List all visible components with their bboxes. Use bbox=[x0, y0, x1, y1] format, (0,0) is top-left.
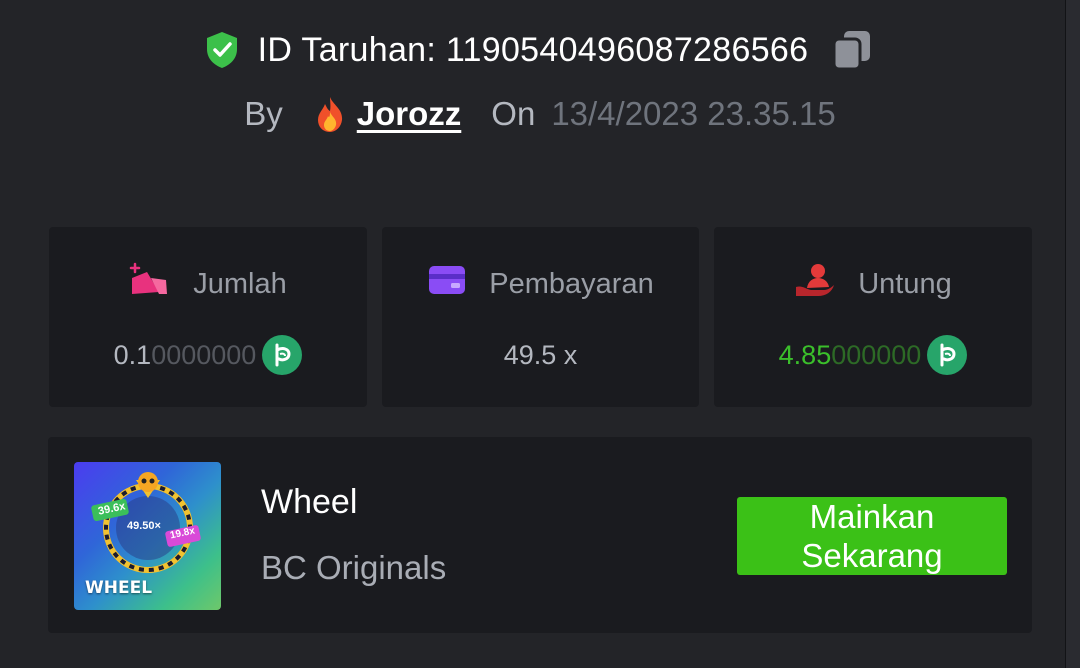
shield-check-icon bbox=[204, 30, 240, 70]
profit-card: Untung 4.85 000000 bbox=[714, 227, 1032, 407]
card-icon bbox=[427, 264, 467, 304]
bc-coin-icon bbox=[262, 335, 303, 375]
fire-icon bbox=[313, 95, 347, 133]
payout-value: 49.5 x bbox=[503, 339, 578, 370]
amount-label: Jumlah bbox=[193, 267, 287, 300]
profit-value: 4.85 000000 bbox=[714, 335, 1032, 375]
thumb-multiplier-center: 49.50× bbox=[127, 520, 161, 532]
amount-card: Jumlah 0.1 0000000 bbox=[49, 227, 367, 407]
game-card: 39.6x 49.50× 19.8x WHEEL Wheel BC Origin… bbox=[48, 437, 1032, 633]
thumb-title: WHEEL bbox=[85, 578, 153, 598]
bc-coin-icon bbox=[927, 335, 968, 375]
game-provider: BC Originals bbox=[261, 549, 447, 586]
profit-value-main: 4.85 bbox=[778, 339, 832, 370]
profit-label: Untung bbox=[858, 267, 952, 300]
bet-date: 13/4/2023 23.35.15 bbox=[551, 95, 836, 132]
bet-id: ID Taruhan: 1190540496087286566 bbox=[257, 30, 809, 69]
play-now-button[interactable]: Mainkan Sekarang bbox=[737, 497, 1007, 575]
username: Jorozz bbox=[356, 95, 462, 132]
bet-id-row: ID Taruhan: 1190540496087286566 bbox=[0, 26, 1080, 74]
copy-icon[interactable] bbox=[832, 27, 876, 73]
game-thumbnail[interactable]: 39.6x 49.50× 19.8x WHEEL bbox=[74, 462, 221, 610]
hand-user-icon bbox=[794, 262, 836, 306]
amount-value: 0.1 0000000 bbox=[49, 335, 367, 375]
bet-meta-row: By Jorozz On 13/4/2023 23.35.15 bbox=[0, 90, 1080, 138]
on-label: On bbox=[491, 95, 536, 132]
amount-value-main: 0.1 bbox=[113, 339, 152, 370]
amount-value-dim: 0000000 bbox=[151, 339, 257, 370]
game-name: Wheel bbox=[261, 483, 358, 521]
profit-value-dim: 000000 bbox=[831, 339, 922, 370]
payout-card: Pembayaran 49.5 x bbox=[382, 227, 699, 407]
by-label: By bbox=[244, 95, 283, 132]
payout-label: Pembayaran bbox=[489, 267, 654, 300]
coins-icon bbox=[129, 262, 171, 306]
username-link[interactable]: Jorozz bbox=[313, 95, 462, 133]
